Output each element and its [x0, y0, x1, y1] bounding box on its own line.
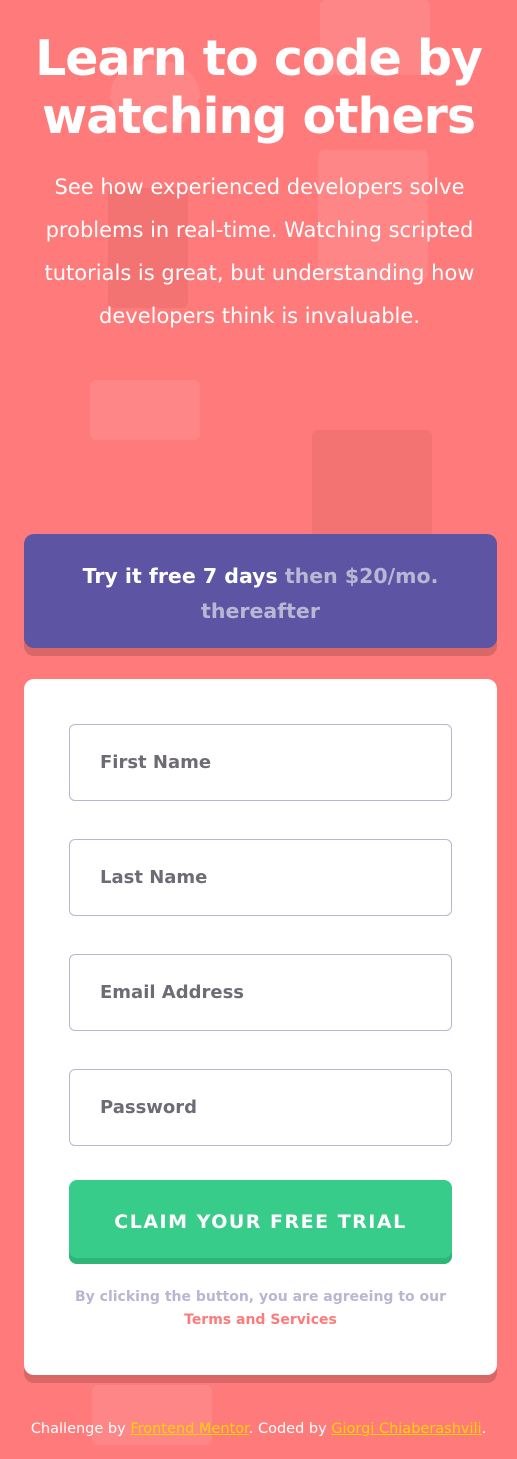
hero-title: Learn to code by watching others — [35, 30, 483, 145]
author-link[interactable]: Giorgi Chiaberashvili — [331, 1421, 481, 1437]
first-name-field[interactable] — [69, 724, 452, 801]
hero-section: Learn to code by watching others See how… — [0, 0, 517, 338]
trial-offer-banner: Try it free 7 days then $20/mo. thereaft… — [24, 534, 497, 648]
coded-prefix: . Coded by — [248, 1421, 327, 1437]
frontend-mentor-link[interactable]: Frontend Mentor — [130, 1421, 248, 1437]
claim-trial-button[interactable]: CLAIM YOUR FREE TRIAL — [69, 1180, 452, 1264]
challenge-prefix: Challenge by — [30, 1421, 126, 1437]
last-name-field[interactable] — [69, 839, 452, 916]
attribution-footer: Challenge by Frontend Mentor. Coded by G… — [0, 1421, 517, 1437]
password-field[interactable] — [69, 1069, 452, 1146]
terms-prefix: By clicking the button, you are agreeing… — [74, 1289, 447, 1305]
terms-link[interactable]: Terms and Services — [184, 1312, 337, 1328]
email-field[interactable] — [69, 954, 452, 1031]
offer-highlight: Try it free 7 days — [82, 564, 278, 588]
footer-suffix: . — [481, 1421, 487, 1437]
signup-form: CLAIM YOUR FREE TRIAL By clicking the bu… — [24, 679, 497, 1375]
terms-notice: By clicking the button, you are agreeing… — [69, 1286, 452, 1332]
hero-description: See how experienced developers solve pro… — [44, 175, 475, 328]
